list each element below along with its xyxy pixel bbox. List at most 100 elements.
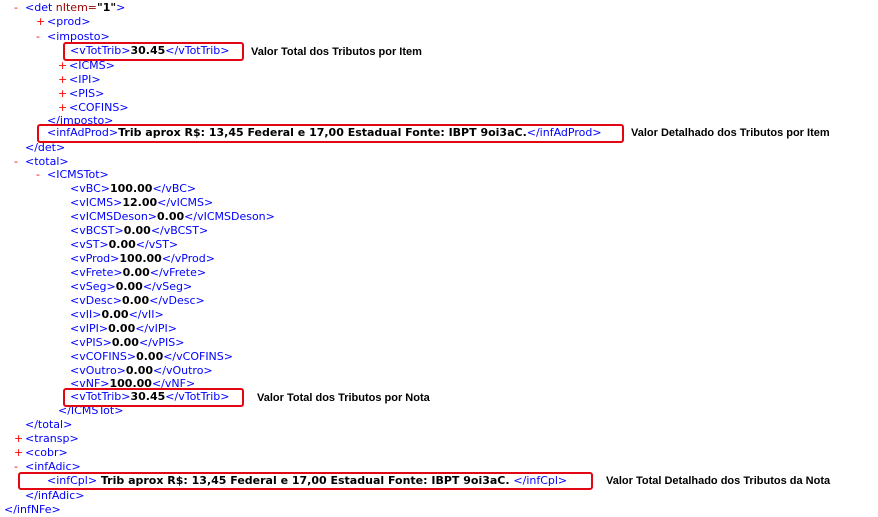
expand-toggle[interactable]: + [58, 87, 69, 101]
open-tag: <vCOFINS> [70, 350, 137, 363]
collapse-toggle[interactable]: - [36, 30, 47, 44]
element-value: 0.00 [101, 308, 129, 321]
xml-node-vpis: <vPIS>0.00</vPIS> [70, 336, 184, 350]
expand-toggle[interactable]: + [14, 432, 25, 446]
annotation-note-total: Valor Total dos Tributos por Nota [257, 392, 430, 404]
close-tag: </vDesc> [149, 294, 205, 307]
annotation-item-detail: Valor Detalhado dos Tributos por Item [631, 127, 830, 139]
xml-tree-view: - <det nItem="1"> + <prod> - <imposto> <vTo… [0, 0, 878, 517]
close-tag: </vFrete> [149, 266, 207, 279]
collapse-toggle[interactable]: - [36, 168, 47, 182]
xml-close-infadic: </infAdic> [25, 489, 84, 503]
open-tag: <vSeg> [70, 280, 116, 293]
element-value: 0.00 [125, 364, 154, 377]
close-tag: </vOutro> [153, 364, 213, 377]
open-tag: <vPIS> [70, 336, 112, 349]
xml-node-icms[interactable]: + <ICMS> [58, 59, 115, 73]
open-tag: <vProd> [70, 252, 120, 265]
collapse-toggle[interactable]: - [14, 155, 25, 169]
close-tag: </vICMSDeson> [184, 210, 275, 223]
highlight-box-infcpl [18, 472, 593, 490]
close-tag: </vBCST> [150, 224, 209, 237]
element-value: 0.00 [108, 238, 136, 251]
open-tag: <vBCST> [70, 224, 124, 237]
xml-close-total: </total> [25, 418, 72, 432]
xml-close-infnfe: </infNFe> [4, 503, 61, 517]
xml-node-vii: <vII>0.00</vII> [70, 308, 164, 322]
close-tag: </vII> [128, 308, 164, 321]
open-tag: <COFINS> [69, 101, 129, 114]
xml-node-vicms: <vICMS>12.00</vICMS> [70, 196, 213, 210]
xml-node-icmstot[interactable]: - <ICMSTot> [36, 168, 109, 182]
highlight-box-vtottrib-item [63, 42, 244, 61]
xml-node-vicmsdeson: <vICMSDeson>0.00</vICMSDeson> [70, 210, 275, 224]
open-tag: <det [25, 1, 53, 14]
open-tag: <vDesc> [70, 294, 122, 307]
xml-node-total[interactable]: - <total> [14, 155, 69, 169]
expand-toggle[interactable]: + [14, 446, 25, 460]
open-tag-end: > [116, 1, 126, 14]
close-tag: </vProd> [161, 252, 215, 265]
xml-node-vseg: <vSeg>0.00</vSeg> [70, 280, 192, 294]
collapse-toggle[interactable]: - [14, 1, 25, 15]
xml-node-cofins[interactable]: + <COFINS> [58, 101, 129, 115]
open-tag: <vBC> [70, 182, 110, 195]
open-tag: <ICMSTot> [47, 168, 109, 181]
close-tag: </vSeg> [142, 280, 193, 293]
element-value: 100.00 [109, 182, 153, 195]
open-tag: <vOutro> [70, 364, 126, 377]
open-tag: <vII> [70, 308, 102, 321]
open-tag: <vFrete> [70, 266, 123, 279]
close-tag: </vIPI> [135, 322, 177, 335]
open-tag: <IPI> [69, 73, 101, 86]
expand-toggle[interactable]: + [58, 59, 69, 73]
element-value: 0.00 [115, 280, 143, 293]
element-value: 0.00 [122, 266, 150, 279]
element-value: 12.00 [122, 196, 158, 209]
open-tag: <transp> [25, 432, 79, 445]
element-value: 100.00 [119, 252, 162, 265]
xml-node-vprod: <vProd>100.00</vProd> [70, 252, 215, 266]
element-value: 0.00 [108, 322, 136, 335]
expand-toggle[interactable]: + [36, 15, 47, 29]
close-tag: </total> [25, 418, 73, 431]
open-tag: <prod> [47, 15, 91, 28]
xml-node-vbc: <vBC>100.00</vBC> [70, 182, 196, 196]
xml-close-det: </det> [25, 141, 65, 155]
element-value: 0.00 [123, 224, 151, 237]
close-tag: </infAdic> [25, 489, 85, 502]
xml-node-ipi[interactable]: + <IPI> [58, 73, 101, 87]
close-tag: </infNFe> [4, 503, 61, 516]
annotation-note-detail: Valor Total Detalhado dos Tributos da No… [606, 475, 831, 487]
close-tag: </vICMS> [157, 196, 214, 209]
annotation-item-total: Valor Total dos Tributos por Item [251, 46, 422, 58]
highlight-box-vtottrib-nota [63, 388, 244, 407]
xml-node-vfrete: <vFrete>0.00</vFrete> [70, 266, 206, 280]
close-tag: </vST> [135, 238, 179, 251]
xml-node-transp[interactable]: + <transp> [14, 432, 79, 446]
xml-node-pis[interactable]: + <PIS> [58, 87, 104, 101]
xml-node-det[interactable]: - <det nItem="1"> [14, 1, 125, 15]
close-tag: </vCOFINS> [163, 350, 233, 363]
element-value: 0.00 [111, 336, 139, 349]
xml-node-vbcst: <vBCST>0.00</vBCST> [70, 224, 208, 238]
xml-node-vst: <vST>0.00</vST> [70, 238, 178, 252]
xml-node-vipi: <vIPI>0.00</vIPI> [70, 322, 177, 336]
open-tag: <vIPI> [70, 322, 109, 335]
xml-node-prod[interactable]: + <prod> [36, 15, 90, 29]
expand-toggle[interactable]: + [58, 73, 69, 87]
open-tag: <PIS> [69, 87, 105, 100]
attribute-value: "1" [97, 1, 117, 14]
open-tag: <vICMSDeson> [70, 210, 158, 223]
open-tag: <vST> [70, 238, 109, 251]
attribute-name: nItem= [52, 1, 98, 14]
close-tag: </vBC> [152, 182, 197, 195]
element-value: 0.00 [121, 294, 150, 307]
xml-node-cobr[interactable]: + <cobr> [14, 446, 68, 460]
element-value: 0.00 [157, 210, 185, 223]
highlight-box-infadprod [37, 124, 624, 143]
close-tag: </vPIS> [138, 336, 185, 349]
expand-toggle[interactable]: + [58, 101, 69, 115]
xml-node-vdesc: <vDesc>0.00</vDesc> [70, 294, 205, 308]
element-value: 0.00 [136, 350, 164, 363]
